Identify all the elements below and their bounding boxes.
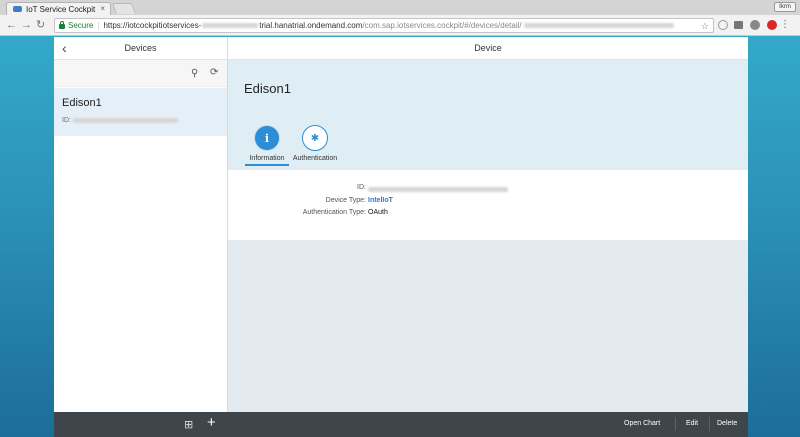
tab-close-icon[interactable]: × bbox=[100, 4, 105, 13]
chevron-left-icon[interactable]: ‹ bbox=[62, 40, 67, 56]
redacted-url-part bbox=[202, 23, 259, 28]
auth-type-value: OAuth bbox=[368, 209, 388, 216]
redacted-device-id bbox=[72, 118, 178, 123]
redacted-id-value bbox=[368, 187, 508, 192]
device-id: ID: bbox=[62, 117, 219, 124]
browser-tabstrip: IoT Service Cockpit × Ikrm bbox=[0, 0, 800, 15]
device-type-link[interactable]: IntelIoT bbox=[368, 197, 393, 204]
device-list-item[interactable]: Edison1 ID: bbox=[54, 88, 227, 136]
device-id-label: ID: bbox=[62, 117, 71, 124]
info-icon: i bbox=[254, 125, 280, 151]
browser-tab[interactable]: IoT Service Cockpit × bbox=[6, 2, 111, 15]
detail-title: Device bbox=[474, 43, 502, 53]
detail-pane: Device Edison1 i Information ✱ Authentic… bbox=[228, 37, 748, 437]
browser-toolbar: ← → ↻ Secure | https://iotcockpitiotserv… bbox=[0, 15, 800, 36]
device-name: Edison1 bbox=[62, 97, 102, 109]
address-bar[interactable]: Secure | https://iotcockpitiotservices- … bbox=[54, 18, 714, 33]
lock-icon bbox=[59, 21, 65, 29]
url-prefix: https://iotcockpitiotservices- bbox=[103, 21, 202, 30]
master-footer: ⊞ + bbox=[54, 412, 228, 437]
url-domain: trial.hanatrial.ondemand.com bbox=[259, 21, 363, 30]
secure-label: Secure bbox=[68, 21, 94, 30]
field-row-auth-type: Authentication Type: OAuth bbox=[228, 209, 748, 220]
add-icon[interactable]: + bbox=[207, 414, 216, 432]
footer-separator bbox=[675, 417, 676, 431]
tab-title: IoT Service Cockpit bbox=[26, 4, 96, 14]
url-separator: | bbox=[97, 21, 100, 30]
object-header: Edison1 i Information ✱ Authentication bbox=[228, 60, 748, 167]
tab-information-label: Information bbox=[249, 155, 285, 162]
tab-information[interactable]: i Information bbox=[244, 125, 290, 162]
master-header: ‹ Devices bbox=[54, 37, 227, 60]
edit-button[interactable]: Edit bbox=[686, 420, 698, 427]
tab-authentication[interactable]: ✱ Authentication bbox=[292, 125, 338, 162]
opera-icon[interactable] bbox=[767, 20, 777, 30]
refresh-icon[interactable]: ⟳ bbox=[210, 67, 218, 78]
footer-separator bbox=[709, 417, 710, 431]
field-value-id bbox=[368, 184, 508, 192]
selected-tab-indicator bbox=[245, 164, 289, 166]
field-label: Authentication Type: bbox=[302, 209, 366, 216]
redacted-url-id bbox=[523, 23, 674, 28]
org-chart-icon[interactable]: ⊞ bbox=[184, 418, 193, 431]
master-title: Devices bbox=[124, 43, 157, 53]
delete-button[interactable]: Delete bbox=[717, 420, 737, 427]
sap-favicon-icon bbox=[13, 6, 22, 12]
master-toolbar: ⚲ ⟳ bbox=[54, 60, 227, 87]
master-pane: ‹ Devices ⚲ ⟳ Edison1 ID: ⊞ + bbox=[54, 37, 228, 437]
forward-arrow-icon[interactable]: → bbox=[21, 19, 32, 31]
open-chart-button[interactable]: Open Chart bbox=[624, 420, 660, 427]
detail-footer: Open Chart Edit Delete bbox=[228, 412, 748, 437]
information-panel: ID: Device Type: IntelIoT Authentication… bbox=[228, 170, 748, 240]
extension-icon[interactable] bbox=[750, 20, 760, 30]
back-arrow-icon[interactable]: ← bbox=[6, 19, 17, 31]
search-icon[interactable]: ⚲ bbox=[191, 68, 198, 79]
iot-cockpit-app: ‹ Devices ⚲ ⟳ Edison1 ID: ⊞ + Device Edi… bbox=[54, 37, 748, 437]
tab-authentication-label: Authentication bbox=[292, 155, 338, 162]
field-row-id: ID: bbox=[228, 184, 748, 195]
bookmark-star-icon[interactable]: ☆ bbox=[701, 21, 709, 32]
cast-icon[interactable] bbox=[734, 21, 743, 29]
url-path: /com.sap.iotservices.cockpit/#/devices/d… bbox=[362, 21, 522, 30]
field-row-device-type: Device Type: IntelIoT bbox=[228, 197, 748, 208]
field-label: ID: bbox=[357, 184, 366, 191]
browser-menu-icon[interactable]: ⋮ bbox=[780, 19, 790, 30]
field-label: Device Type: bbox=[325, 197, 366, 204]
detail-header: Device bbox=[228, 37, 748, 60]
reload-icon[interactable]: ↻ bbox=[36, 19, 45, 31]
object-title: Edison1 bbox=[244, 81, 291, 96]
new-tab-button[interactable] bbox=[111, 3, 137, 14]
badge-icon: ✱ bbox=[302, 125, 328, 151]
profile-badge[interactable]: Ikrm bbox=[774, 2, 796, 12]
extension-icon[interactable] bbox=[718, 20, 728, 30]
